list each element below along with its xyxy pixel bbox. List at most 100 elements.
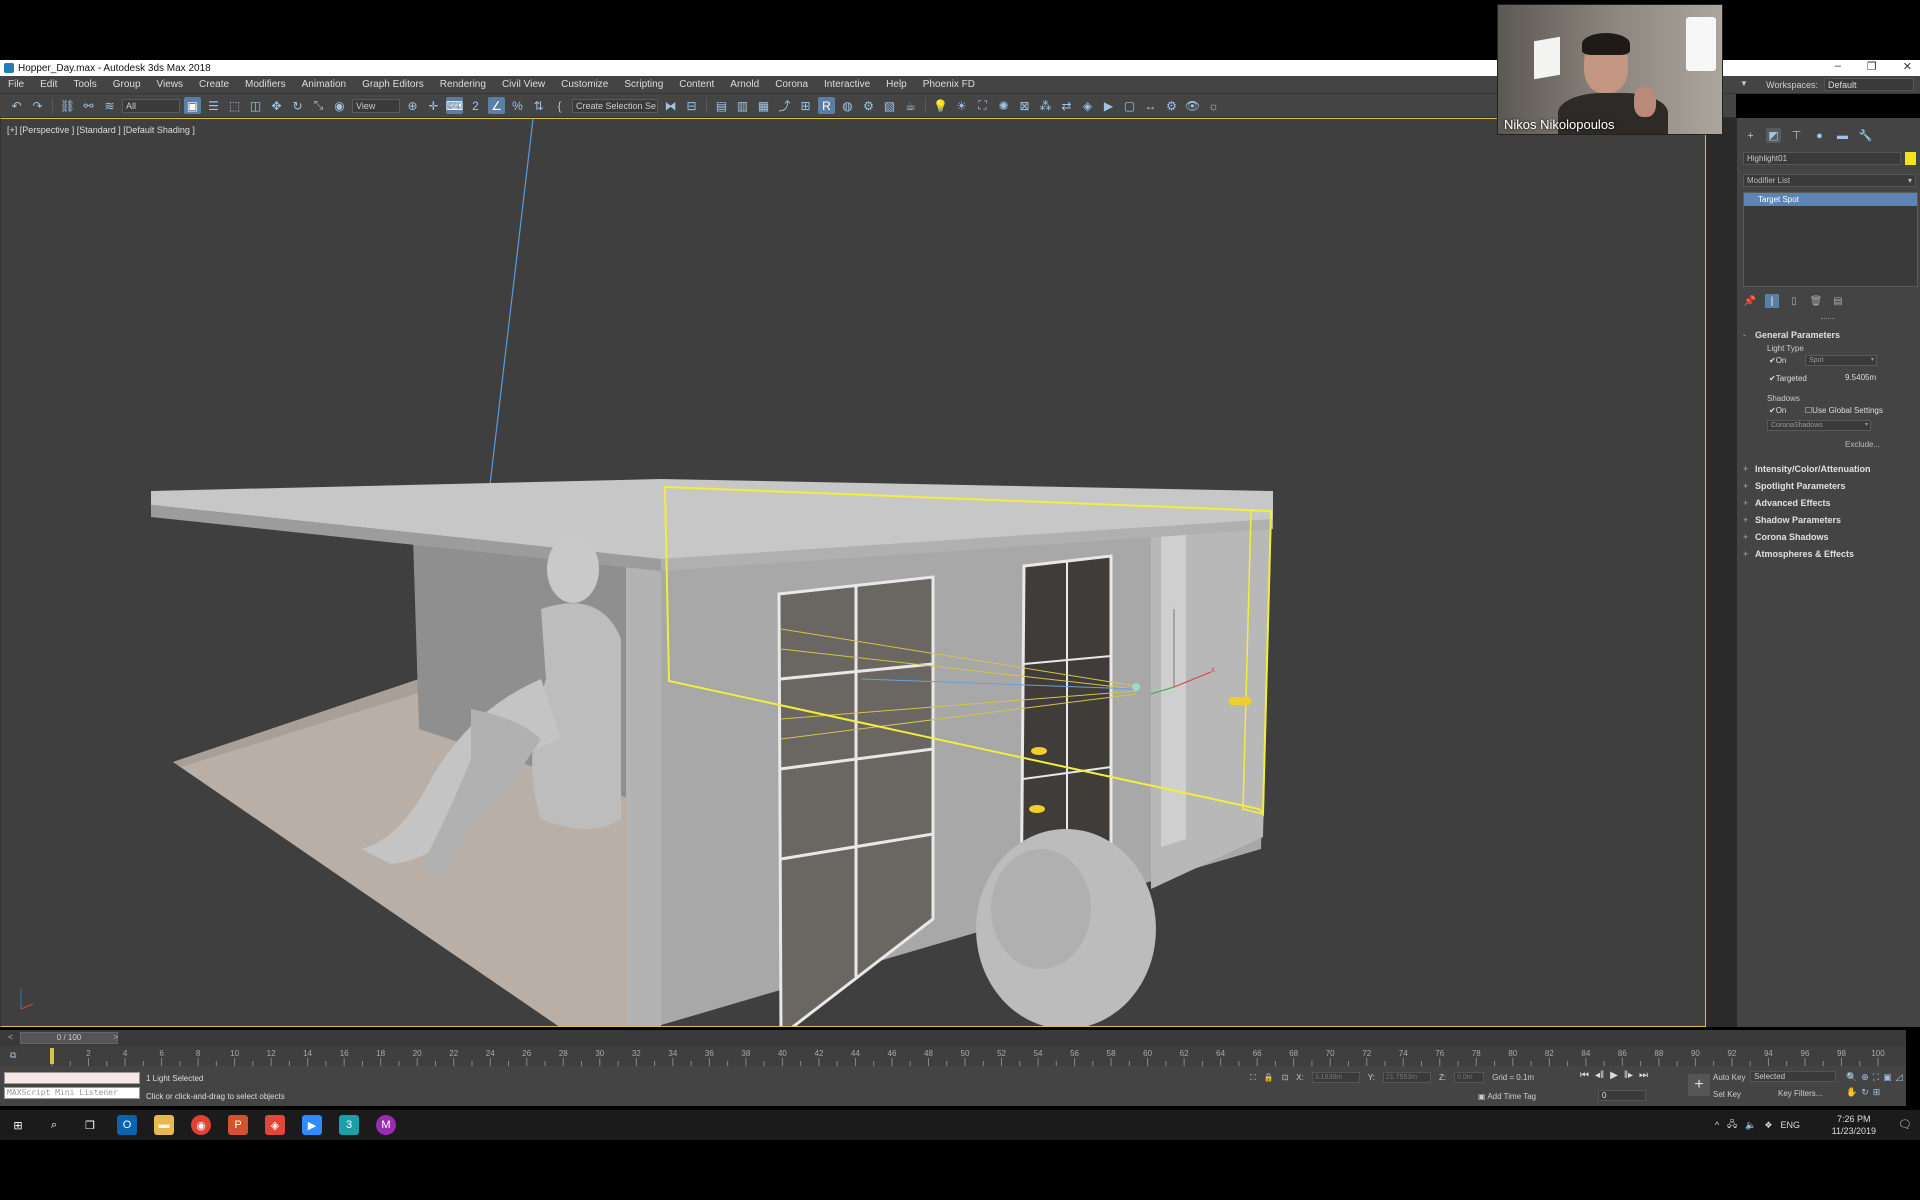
configure-modifier-sets-icon[interactable]: ▤ (1831, 294, 1845, 308)
time-slider-next-button[interactable]: > (113, 1032, 118, 1042)
rectangular-selection-icon[interactable]: ⬚ (226, 97, 243, 114)
pin-stack-icon[interactable]: 📌 (1743, 294, 1757, 308)
undo-icon[interactable]: ↶ (8, 97, 25, 114)
utilities-tab-icon[interactable]: 🔧 (1858, 128, 1873, 143)
named-selection-dropdown[interactable]: Create Selection Se (572, 98, 658, 113)
menu-scripting[interactable]: Scripting (616, 79, 671, 90)
menu-help[interactable]: Help (878, 79, 915, 90)
select-scale-icon[interactable]: ⤡ (310, 97, 327, 114)
menu-civil-view[interactable]: Civil View (494, 79, 553, 90)
close-button[interactable]: ✕ (1903, 60, 1912, 73)
z-coord-field[interactable]: 0.0m (1454, 1072, 1485, 1083)
select-place-icon[interactable]: ◉ (331, 97, 348, 114)
shadows-on-checkbox[interactable]: ✔On (1769, 406, 1786, 415)
dropbox-icon[interactable]: ❖ (1764, 1120, 1772, 1131)
selection-lock-icon[interactable]: 🔒 (1264, 1073, 1274, 1082)
bind-space-warp-icon[interactable]: ≋ (101, 97, 118, 114)
exclude-button[interactable]: Exclude... (1845, 440, 1880, 449)
render-region-icon[interactable]: ▢ (1121, 97, 1138, 114)
workspace-collapse-icon[interactable]: ▼ (1740, 79, 1754, 91)
spotlight-parameters-header[interactable]: + Spotlight Parameters (1743, 479, 1917, 493)
orbit-icon[interactable]: ↻ (1861, 1087, 1869, 1098)
spinner-snap-icon[interactable]: ⇅ (530, 97, 547, 114)
advanced-effects-header[interactable]: + Advanced Effects (1743, 496, 1917, 510)
y-coord-field[interactable]: 21.7553m (1382, 1072, 1431, 1083)
search-icon[interactable]: ⌕ (44, 1115, 64, 1135)
render-setup-icon[interactable]: ⚙ (860, 97, 877, 114)
window-crossing-icon[interactable]: ◫ (247, 97, 264, 114)
angle-snap-icon[interactable]: ∠ (488, 97, 505, 114)
align-icon[interactable]: ⊟ (683, 97, 700, 114)
viewport-label[interactable]: [+] [Perspective ] [Standard ] [Default … (7, 125, 195, 135)
select-manipulate-icon[interactable]: ✛ (425, 97, 442, 114)
distance-icon[interactable]: ↔ (1142, 97, 1159, 114)
select-by-name-icon[interactable]: ☰ (205, 97, 222, 114)
menu-modifiers[interactable]: Modifiers (237, 79, 294, 90)
corona-vfb-icon[interactable]: ◈ (1079, 97, 1096, 114)
rb-plugin-icon[interactable]: R (818, 97, 835, 114)
zoom-extents-all-icon[interactable]: ▣ (1883, 1072, 1892, 1083)
time-slider[interactable]: < 0 / 100 > (0, 1030, 1906, 1046)
zoom-all-icon[interactable]: ⊕ (1861, 1072, 1869, 1083)
zoom-extents-icon[interactable]: ⛶ (1873, 1072, 1879, 1083)
light-icon[interactable]: 💡 (932, 97, 949, 114)
maxscript-listener-output[interactable] (4, 1072, 140, 1084)
show-end-result-icon[interactable]: | (1765, 294, 1779, 308)
menu-content[interactable]: Content (671, 79, 722, 90)
outlook-icon[interactable]: O (117, 1115, 137, 1135)
light-type-dropdown[interactable]: Spot ▾ (1805, 355, 1877, 366)
select-move-icon[interactable]: ✥ (268, 97, 285, 114)
modify-tab-icon[interactable]: ◩ (1766, 128, 1781, 143)
atmospheres-effects-header[interactable]: + Atmospheres & Effects (1743, 547, 1917, 561)
menu-edit[interactable]: Edit (32, 79, 65, 90)
render-production-icon[interactable]: ☕ (902, 97, 919, 114)
go-to-start-icon[interactable]: ⏮ (1580, 1070, 1589, 1081)
next-frame-icon[interactable]: ‖▸ (1624, 1070, 1633, 1081)
view-icon[interactable]: 👁 (1184, 97, 1201, 114)
object-name-field[interactable]: Highlight01 (1743, 152, 1901, 165)
pan-view-icon[interactable]: ✋ (1846, 1087, 1857, 1098)
hierarchy-tab-icon[interactable]: ⊤ (1789, 128, 1804, 143)
scene-explorer-icon[interactable]: ▤ (713, 97, 730, 114)
volume-icon[interactable]: 🔈 (1745, 1120, 1756, 1131)
keyboard-shortcut-override-icon[interactable]: ⌨ (446, 97, 463, 114)
menu-customize[interactable]: Customize (553, 79, 616, 90)
select-object-icon[interactable]: ▣ (184, 97, 201, 114)
set-keys-button[interactable]: + (1688, 1074, 1710, 1096)
camera-icon[interactable]: ⛶ (974, 97, 991, 114)
use-global-settings-checkbox[interactable]: ☐Use Global Settings (1805, 406, 1883, 415)
settings-icon[interactable]: ⚙ (1163, 97, 1180, 114)
pivot-center-icon[interactable]: ⊕ (404, 97, 421, 114)
field-of-view-icon[interactable]: ◿ (1896, 1072, 1903, 1083)
absolute-mode-icon[interactable]: ⊡ (1282, 1073, 1289, 1082)
panel-resize-handle[interactable] (1821, 318, 1835, 320)
taskbar-clock[interactable]: 7:26 PM 11/23/2019 (1832, 1113, 1876, 1137)
maximize-button[interactable]: ❐ (1867, 60, 1877, 73)
material-editor-icon[interactable]: ◍ (839, 97, 856, 114)
file-explorer-icon[interactable]: ▬ (154, 1115, 174, 1135)
powerpoint-icon[interactable]: P (228, 1115, 248, 1135)
zoom-meeting-icon[interactable]: ▶ (302, 1115, 322, 1135)
menu-tools[interactable]: Tools (65, 79, 104, 90)
modifier-list-dropdown[interactable]: Modifier List ▾ (1743, 174, 1916, 187)
display-tab-icon[interactable]: ▬ (1835, 128, 1850, 143)
auto-key-button[interactable]: Auto Key (1713, 1073, 1745, 1082)
time-slider-thumb[interactable]: 0 / 100 (20, 1032, 118, 1044)
snaps-toggle-icon[interactable]: 2 (467, 97, 484, 114)
converter-icon[interactable]: ⇄ (1058, 97, 1075, 114)
light-on-checkbox[interactable]: ✔On (1769, 356, 1786, 365)
add-time-tag[interactable]: ▣ Add Time Tag (1478, 1092, 1536, 1101)
targeted-checkbox[interactable]: ✔Targeted (1769, 374, 1807, 383)
schematic-view-icon[interactable]: ⊞ (797, 97, 814, 114)
shadow-parameters-header[interactable]: + Shadow Parameters (1743, 513, 1917, 527)
menu-group[interactable]: Group (105, 79, 149, 90)
layer-explorer-icon[interactable]: ▥ (734, 97, 751, 114)
remove-modifier-icon[interactable]: 🗑 (1809, 294, 1823, 308)
time-slider-prev-button[interactable]: < (8, 1032, 13, 1042)
workspaces-dropdown[interactable]: Default (1824, 78, 1914, 91)
previous-frame-icon[interactable]: ◂‖ (1595, 1070, 1604, 1081)
windows-start-icon[interactable]: ⊞ (8, 1115, 28, 1135)
proxy-icon[interactable]: ⊠ (1016, 97, 1033, 114)
menu-phoenix-fd[interactable]: Phoenix FD (915, 79, 983, 90)
menu-rendering[interactable]: Rendering (432, 79, 494, 90)
